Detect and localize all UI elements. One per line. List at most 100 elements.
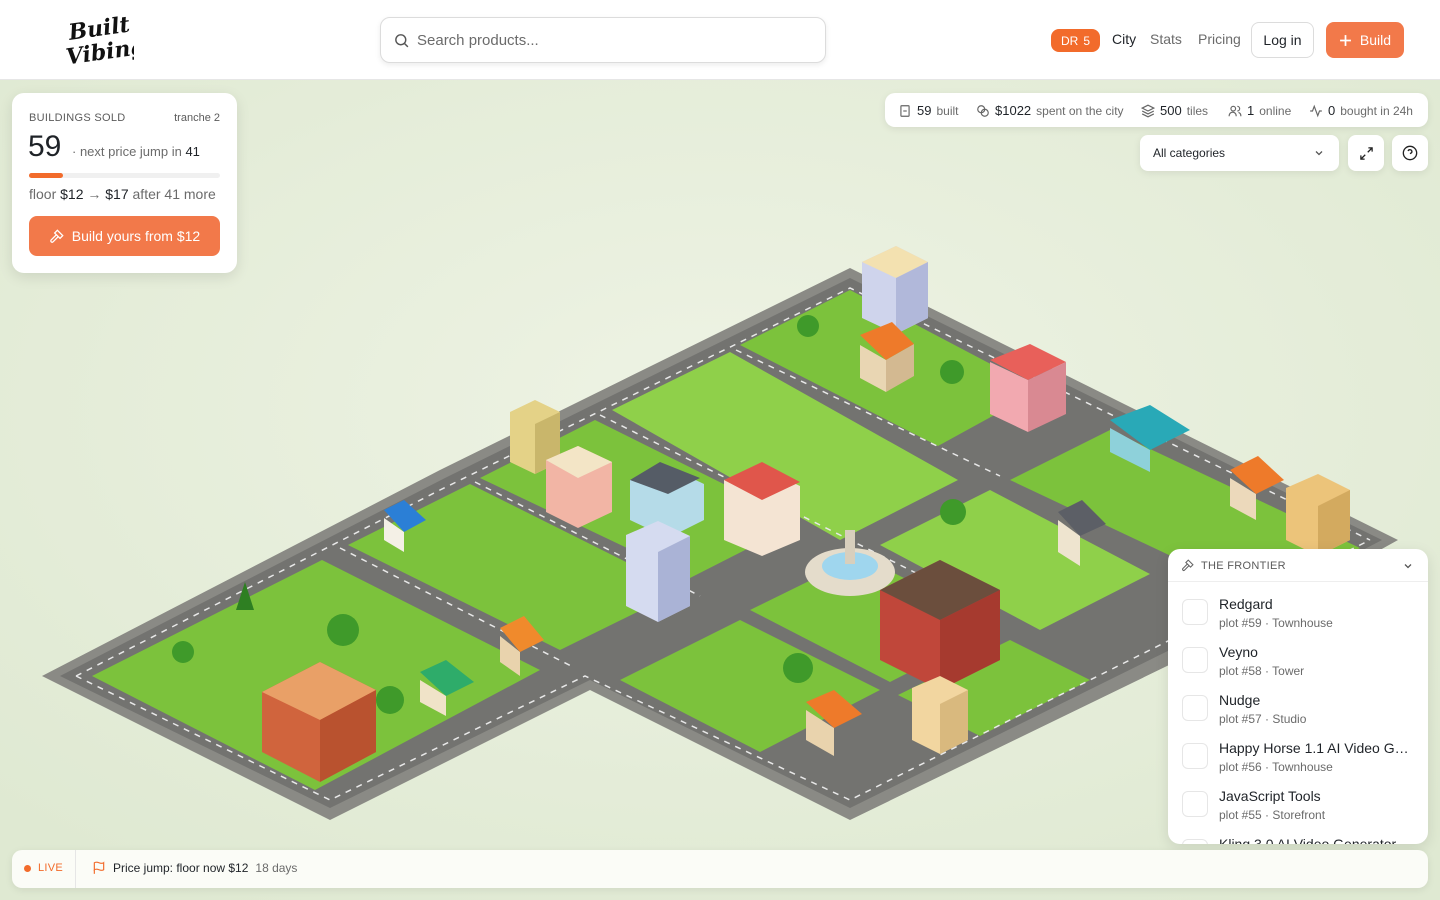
live-label: LIVE — [38, 862, 64, 874]
floor-label: floor — [29, 186, 57, 202]
build-button[interactable]: Build — [1326, 22, 1404, 58]
frontier-item[interactable]: Redgard plot #59 · Townhouse — [1168, 591, 1428, 639]
floor-price-line: floor $12 → $17 after 41 more — [29, 186, 216, 202]
stat-spent: $1022 spent on the city — [976, 103, 1124, 118]
build-yours-button[interactable]: Build yours from $12 — [29, 216, 220, 256]
chevron-down-icon[interactable] — [1402, 560, 1414, 572]
dr-value: 5 — [1083, 33, 1091, 48]
frontier-title: THE FRONTIER — [1201, 560, 1286, 572]
stat-tiles: 500 tiles — [1141, 103, 1208, 118]
search-bar[interactable] — [380, 17, 826, 63]
frontier-item-meta: plot #56 · Townhouse — [1219, 760, 1333, 774]
stat-online-num: 1 — [1247, 103, 1255, 118]
frontier-item-meta: plot #58 · Tower — [1219, 664, 1305, 678]
frontier-item-meta: plot #57 · Studio — [1219, 712, 1307, 726]
stat-bought-label: bought in 24h — [1340, 103, 1413, 118]
building-icon — [900, 104, 910, 117]
product-thumbnail — [1182, 791, 1208, 817]
building-office[interactable] — [626, 521, 690, 622]
nav-city-link[interactable]: City — [1112, 31, 1136, 47]
frontier-item-meta: plot #55 · Storefront — [1219, 808, 1326, 822]
tree — [376, 686, 404, 714]
domain-rating-badge[interactable]: DR 5 — [1051, 29, 1100, 52]
building-tower[interactable] — [862, 246, 928, 334]
frontier-item[interactable]: Kling 3.0 AI Video Generator — [1168, 831, 1428, 844]
city-stats-bar: 59 built $1022 spent on the city 500 til… — [885, 93, 1428, 127]
next-price-jump-value: 41 — [185, 144, 200, 159]
chevron-down-icon — [1315, 151, 1323, 156]
frontier-item[interactable]: Happy Horse 1.1 AI Video Ge… plot #56 · … — [1168, 735, 1428, 783]
frontier-item-name: Kling 3.0 AI Video Generator — [1219, 836, 1397, 844]
frontier-item-meta: plot #59 · Townhouse — [1219, 616, 1333, 630]
frontier-item-name: Veyno — [1219, 644, 1258, 660]
after-more-text: after 41 more — [132, 186, 216, 202]
activity-text: Price jump: floor now $12 — [113, 861, 249, 875]
build-button-label: Build — [1359, 32, 1392, 48]
stat-online-label: online — [1259, 103, 1292, 118]
tree — [327, 614, 359, 646]
building-yellow-east[interactable] — [1286, 474, 1350, 556]
activity-time: 18 days — [255, 861, 298, 875]
stat-spent-label: spent on the city — [1036, 103, 1124, 118]
buildings-sold-card: BUILDINGS SOLD tranche 2 59 · next price… — [12, 93, 237, 273]
frontier-item[interactable]: Nudge plot #57 · Studio — [1168, 687, 1428, 735]
stat-spent-num: $1022 — [995, 103, 1032, 118]
stat-tiles-label: tiles — [1186, 103, 1209, 118]
users-icon — [1228, 105, 1242, 116]
coins-icon — [977, 104, 989, 117]
frontier-item[interactable]: JavaScript Tools plot #55 · Storefront — [1168, 783, 1428, 831]
building-town-hall[interactable] — [724, 462, 800, 556]
arrow-right-icon: → — [87, 186, 102, 202]
tree — [797, 315, 819, 337]
hammer-icon — [1182, 559, 1194, 571]
category-select[interactable]: All categories — [1140, 135, 1339, 171]
buildings-sold-title: BUILDINGS SOLD — [29, 112, 126, 124]
layers-icon — [1141, 104, 1155, 117]
tree — [172, 641, 194, 663]
product-thumbnail — [1182, 647, 1208, 673]
nav-stats-link[interactable]: Stats — [1150, 31, 1182, 47]
frontier-item-name: Nudge — [1219, 692, 1261, 708]
frontier-item-name: Redgard — [1219, 596, 1273, 612]
help-circle-icon — [1402, 145, 1418, 161]
dr-label: DR — [1060, 33, 1079, 48]
stat-built: 59 built — [898, 103, 958, 118]
product-thumbnail — [1182, 695, 1208, 721]
built-vibing-logo[interactable]: Built Vibing — [62, 12, 147, 71]
tranche-label: tranche 2 — [174, 112, 220, 124]
live-dot-icon — [24, 864, 31, 872]
nav-pricing-link[interactable]: Pricing — [1198, 31, 1241, 47]
plus-icon — [1340, 34, 1351, 46]
next-price-jump: · next price jump in 41 — [72, 144, 200, 159]
stat-online: 1 online — [1228, 103, 1291, 118]
stat-built-num: 59 — [917, 103, 932, 118]
frontier-item[interactable]: Veyno plot #58 · Tower — [1168, 639, 1428, 687]
product-thumbnail — [1182, 599, 1208, 625]
live-activity-bar: LIVE Price jump: floor now $12 18 days — [12, 850, 1428, 888]
tree — [940, 360, 964, 384]
stat-bought: 0 bought in 24h — [1309, 103, 1413, 118]
build-yours-label: Build yours from $12 — [71, 228, 201, 244]
search-input[interactable] — [417, 28, 817, 52]
divider — [75, 850, 76, 888]
fullscreen-button[interactable] — [1348, 135, 1384, 171]
expand-icon — [1359, 146, 1373, 160]
flag-icon — [93, 861, 105, 874]
login-button[interactable]: Log in — [1251, 22, 1314, 58]
activity-item[interactable]: Price jump: floor now $12 18 days — [92, 861, 297, 875]
next-price-jump-text: · next price jump in — [72, 144, 182, 159]
live-indicator: LIVE — [24, 862, 63, 874]
frontier-item-name: JavaScript Tools — [1219, 788, 1321, 804]
building-pastel-row[interactable] — [912, 676, 968, 754]
house-storefront[interactable] — [546, 446, 612, 528]
tree — [940, 499, 966, 525]
top-header: Built Vibing DR 5 City Stats Pricing Log… — [0, 0, 1440, 80]
tranche-progress-bar — [29, 173, 220, 178]
buildings-sold-count: 59 — [28, 130, 62, 163]
help-button[interactable] — [1392, 135, 1428, 171]
frontier-header[interactable]: THE FRONTIER — [1168, 549, 1428, 582]
product-thumbnail — [1182, 839, 1208, 844]
house-pink[interactable] — [990, 344, 1066, 432]
frontier-panel: THE FRONTIER Redgard plot #59 · Townhous… — [1168, 549, 1428, 844]
hammer-icon — [49, 228, 64, 243]
